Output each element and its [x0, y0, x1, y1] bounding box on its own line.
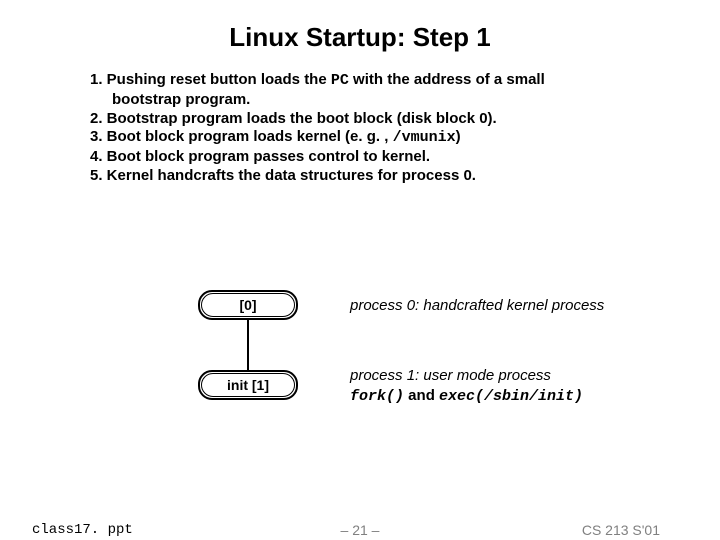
- desc-process-0: process 0: handcrafted kernel process: [350, 296, 604, 316]
- step-3-text-a: 3. Boot block program loads kernel (e. g…: [90, 128, 393, 145]
- step-3-text-b: ): [456, 128, 461, 145]
- connector-0-1: [247, 320, 249, 370]
- step-1: 1. Pushing reset button loads the PC wit…: [90, 71, 660, 91]
- step-1-text-a: 1. Pushing reset button loads the: [90, 71, 331, 88]
- desc-exec: exec(/sbin/init): [439, 388, 583, 405]
- desc-process-1-line1: process 1: user mode process: [350, 366, 583, 386]
- node-process-1: init [1]: [198, 370, 298, 400]
- node-process-0: [0]: [198, 290, 298, 320]
- desc-and: and: [404, 387, 439, 404]
- step-3: 3. Boot block program loads kernel (e. g…: [90, 128, 660, 148]
- step-5: 5. Kernel handcrafts the data structures…: [90, 167, 660, 186]
- step-4: 4. Boot block program passes control to …: [90, 148, 660, 167]
- step-1-cont: bootstrap program.: [90, 91, 660, 110]
- footer-course: CS 213 S'01: [582, 522, 660, 538]
- desc-fork: fork(): [350, 388, 404, 405]
- steps-list: 1. Pushing reset button loads the PC wit…: [0, 71, 720, 186]
- step-2: 2. Bootstrap program loads the boot bloc…: [90, 110, 660, 129]
- step-3-vmunix: /vmunix: [393, 129, 456, 146]
- desc-process-1-line2: fork() and exec(/sbin/init): [350, 386, 583, 407]
- step-1-text-b: with the address of a small: [349, 71, 545, 88]
- desc-process-1: process 1: user mode process fork() and …: [350, 366, 583, 406]
- step-1-pc: PC: [331, 72, 349, 89]
- slide-title: Linux Startup: Step 1: [0, 0, 720, 71]
